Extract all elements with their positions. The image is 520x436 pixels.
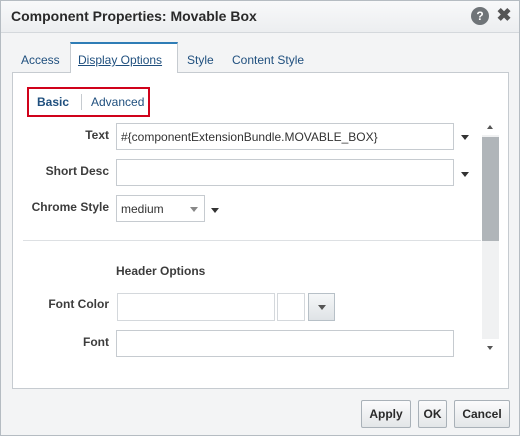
main-tab-bar: Access Display Options Style Content Sty… — [13, 42, 509, 73]
tab-content-style-label: Content Style — [232, 53, 305, 67]
basic-form: Text #{componentExtensionBundle.MOVABLE_… — [13, 73, 508, 388]
tab-access-label: Access — [21, 53, 60, 67]
font-color-swatch — [277, 293, 305, 321]
scroll-down-icon[interactable] — [487, 346, 493, 350]
tab-content-style[interactable]: Content Style — [232, 42, 304, 73]
chrome-style-value: medium — [121, 202, 164, 216]
close-icon[interactable]: ✖ — [496, 5, 512, 25]
scroll-up-icon[interactable] — [487, 125, 493, 129]
font-input[interactable] — [116, 330, 454, 357]
header-options-heading: Header Options — [116, 264, 206, 278]
section-divider — [23, 240, 481, 241]
tab-style[interactable]: Style — [187, 42, 214, 73]
short-desc-label: Short Desc — [45, 164, 109, 178]
font-color-picker-button[interactable] — [308, 293, 335, 321]
ok-button[interactable]: OK — [418, 400, 447, 428]
tab-display-options[interactable]: Display Options — [70, 42, 178, 73]
chevron-down-icon — [318, 305, 326, 310]
tab-access[interactable]: Access — [21, 42, 60, 73]
dialog-title: Component Properties: Movable Box — [11, 8, 257, 24]
short-desc-input[interactable] — [116, 159, 454, 186]
chrome-style-dropdown-arrow-icon[interactable] — [211, 208, 219, 213]
help-icon[interactable]: ? — [471, 7, 489, 25]
text-label: Text — [85, 128, 109, 142]
chrome-style-label: Chrome Style — [31, 200, 109, 214]
font-color-label: Font Color — [48, 297, 109, 311]
text-dropdown-arrow-icon[interactable] — [461, 135, 469, 140]
chrome-style-select[interactable]: medium — [116, 195, 205, 222]
scrollbar-thumb[interactable] — [482, 137, 499, 241]
font-color-input[interactable] — [117, 293, 275, 321]
tab-style-label: Style — [187, 53, 214, 67]
short-desc-dropdown-arrow-icon[interactable] — [461, 172, 469, 177]
component-properties-dialog: Component Properties: Movable Box ? ✖ Ac… — [0, 0, 520, 436]
text-input[interactable]: #{componentExtensionBundle.MOVABLE_BOX} — [116, 123, 454, 150]
font-label: Font — [83, 335, 109, 349]
apply-button[interactable]: Apply — [361, 400, 411, 428]
tab-display-options-label: Display Options — [78, 53, 163, 67]
cancel-button[interactable]: Cancel — [454, 400, 510, 428]
chevron-down-icon — [190, 207, 198, 212]
dialog-titlebar: Component Properties: Movable Box ? ✖ — [1, 1, 519, 33]
display-options-panel: Basic Advanced Text #{componentExtension… — [12, 72, 509, 389]
